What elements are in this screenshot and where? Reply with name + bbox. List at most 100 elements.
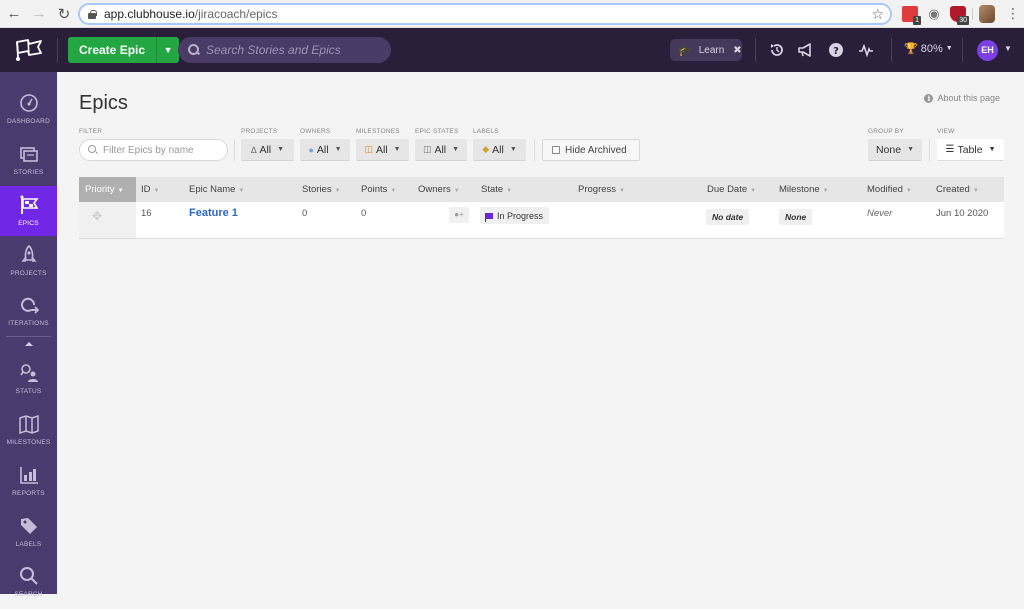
milestones-dropdown[interactable]: ◫ All ▼ (356, 139, 409, 161)
back-button[interactable]: ← (3, 3, 25, 25)
milestone-button[interactable]: None (779, 209, 813, 225)
activity-icon[interactable] (858, 42, 874, 58)
reload-button[interactable]: ↻ (53, 3, 75, 25)
bookmark-star-icon[interactable]: ☆ (871, 6, 884, 23)
history-icon[interactable] (769, 42, 785, 58)
column-label: Progress (578, 184, 617, 195)
column-header-created[interactable]: Created ▼ (936, 177, 979, 202)
sidebar-item-search[interactable]: SEARCH (0, 557, 57, 609)
trophy-icon: 🏆 (904, 43, 918, 55)
sidebar-item-dashboard[interactable]: DASHBOARD (0, 84, 57, 136)
sort-caret-icon: ▼ (117, 188, 124, 194)
learn-button[interactable]: 🎓 Learn ✖ (670, 39, 742, 61)
column-header-owners[interactable]: Owners ▼ (418, 177, 460, 202)
owners-dropdown[interactable]: ● All ▼ (300, 139, 350, 161)
filter-placeholder: Filter Epics by name (103, 144, 194, 156)
view-value: Table (957, 143, 983, 156)
add-owner-icon[interactable]: ●+ (449, 207, 469, 223)
shield-extension-icon[interactable]: 30 (950, 6, 969, 25)
column-header-modified[interactable]: Modified ▼ (867, 177, 912, 202)
clubhouse-logo-icon[interactable] (13, 38, 45, 62)
sidebar-item-reports[interactable]: REPORTS (0, 456, 57, 508)
help-icon[interactable]: ? (828, 42, 844, 58)
app-topbar: Create Epic ▼ Search Stories and Epics 🎓… (0, 28, 1024, 72)
sidebar-item-projects[interactable]: PROJECTS (0, 236, 57, 288)
topbar-divider (755, 38, 756, 62)
map-icon (18, 414, 39, 435)
chevron-down-icon: ▼ (393, 146, 401, 153)
collapse-chevron-up-icon[interactable] (25, 342, 33, 346)
user-avatar[interactable]: EH (977, 40, 998, 61)
labels-dropdown[interactable]: ◆ All ▼ (473, 139, 526, 161)
search-input[interactable]: Search Stories and Epics (178, 37, 391, 63)
forward-button[interactable]: → (28, 3, 50, 25)
epic-state-button[interactable]: In Progress (480, 207, 550, 224)
column-header-epic-name[interactable]: Epic Name ▼ (189, 177, 244, 202)
create-epic-button[interactable]: Create Epic ▼ (68, 37, 180, 63)
group-by-dropdown[interactable]: None ▼ (868, 139, 922, 161)
checkbox-icon[interactable] (552, 146, 560, 154)
priority-cell: ✥ (79, 202, 136, 238)
close-learn-icon[interactable]: ✖ (733, 45, 741, 56)
progress-dropdown[interactable]: 🏆 80% ▼ (904, 42, 953, 56)
drag-handle-icon[interactable]: ✥ (92, 209, 102, 223)
avatar-chevron-down-icon[interactable]: ▼ (1004, 44, 1012, 53)
search-placeholder: Search Stories and Epics (206, 43, 341, 57)
create-epic-label[interactable]: Create Epic (68, 37, 158, 63)
column-label: Priority (85, 184, 115, 195)
hide-archived-checkbox[interactable]: Hide Archived (542, 139, 640, 161)
url-text: app.clubhouse.io/jiracoach/epics (104, 7, 277, 21)
sidebar-item-iterations[interactable]: ITERATIONS (0, 286, 57, 338)
sidebar-item-stories[interactable]: STORIES (0, 135, 57, 187)
column-header-points[interactable]: Points ▼ (361, 177, 396, 202)
column-label: Stories (302, 184, 332, 195)
search-icon (88, 145, 98, 155)
sidebar-divider (6, 336, 51, 337)
tag-icon (20, 518, 37, 534)
sidebar-item-status[interactable]: STATUS (0, 354, 57, 406)
column-header-priority[interactable]: Priority ▼ (79, 177, 136, 202)
column-label: Owners (418, 184, 451, 195)
table-header: Priority ▼ ID ▼ Epic Name ▼ Stories ▼ Points… (79, 177, 1004, 202)
camera-extension-icon[interactable]: ◉ (926, 6, 942, 22)
chevron-down-icon: ▼ (452, 146, 460, 153)
filter-divider (234, 139, 235, 161)
column-header-milestone[interactable]: Milestone ▼ (779, 177, 829, 202)
profile-avatar[interactable] (979, 5, 995, 23)
projects-dropdown[interactable]: ∆ All ▼ (241, 139, 294, 161)
due-date-button[interactable]: No date (706, 209, 750, 225)
topbar-divider (891, 38, 892, 62)
column-label: Created (936, 184, 970, 195)
red-extension-icon[interactable]: 1 (902, 6, 921, 25)
sidebar-item-labels[interactable]: LABELS (0, 507, 57, 559)
address-bar[interactable]: app.clubhouse.io/jiracoach/epics ☆ (78, 3, 892, 25)
sidebar-item-milestones[interactable]: MILESTONES (0, 405, 57, 457)
view-dropdown[interactable]: ☰ Table ▼ (937, 139, 1004, 161)
epic-name-link[interactable]: Feature 1 (189, 207, 238, 219)
sidebar-item-epics[interactable]: EPICS (0, 186, 57, 236)
sidebar-label: LABELS (15, 541, 42, 548)
graduation-cap-icon: 🎓 (678, 44, 692, 57)
topbar-divider (962, 38, 963, 62)
column-label: Epic Name (189, 184, 236, 195)
sort-caret-icon: ▼ (972, 188, 979, 194)
browser-menu-icon[interactable]: ⋮ (1006, 6, 1020, 20)
epic-states-dropdown[interactable]: ◫ All ▼ (415, 139, 467, 161)
megaphone-icon[interactable] (797, 42, 813, 58)
column-label: ID (141, 184, 151, 195)
about-page-link[interactable]: i About this page (924, 93, 1000, 103)
column-header-due-date[interactable]: Due Date ▼ (707, 177, 756, 202)
extension-badge: 1 (913, 16, 921, 25)
state-label: In Progress (497, 210, 544, 221)
epic-points: 0 (361, 208, 367, 219)
tag-icon: ◆ (482, 144, 490, 154)
owners-label: OWNERS (300, 128, 331, 135)
epic-created: Jun 10 2020 (936, 208, 989, 219)
create-dropdown-chevron-icon[interactable]: ▼ (157, 37, 179, 63)
filter-epics-input[interactable]: Filter Epics by name (79, 139, 228, 161)
column-header-id[interactable]: ID ▼ (141, 177, 159, 202)
column-header-state[interactable]: State ▼ (481, 177, 512, 202)
sidebar-label: REPORTS (12, 490, 45, 497)
column-header-stories[interactable]: Stories ▼ (302, 177, 341, 202)
column-header-progress[interactable]: Progress ▼ (578, 177, 625, 202)
